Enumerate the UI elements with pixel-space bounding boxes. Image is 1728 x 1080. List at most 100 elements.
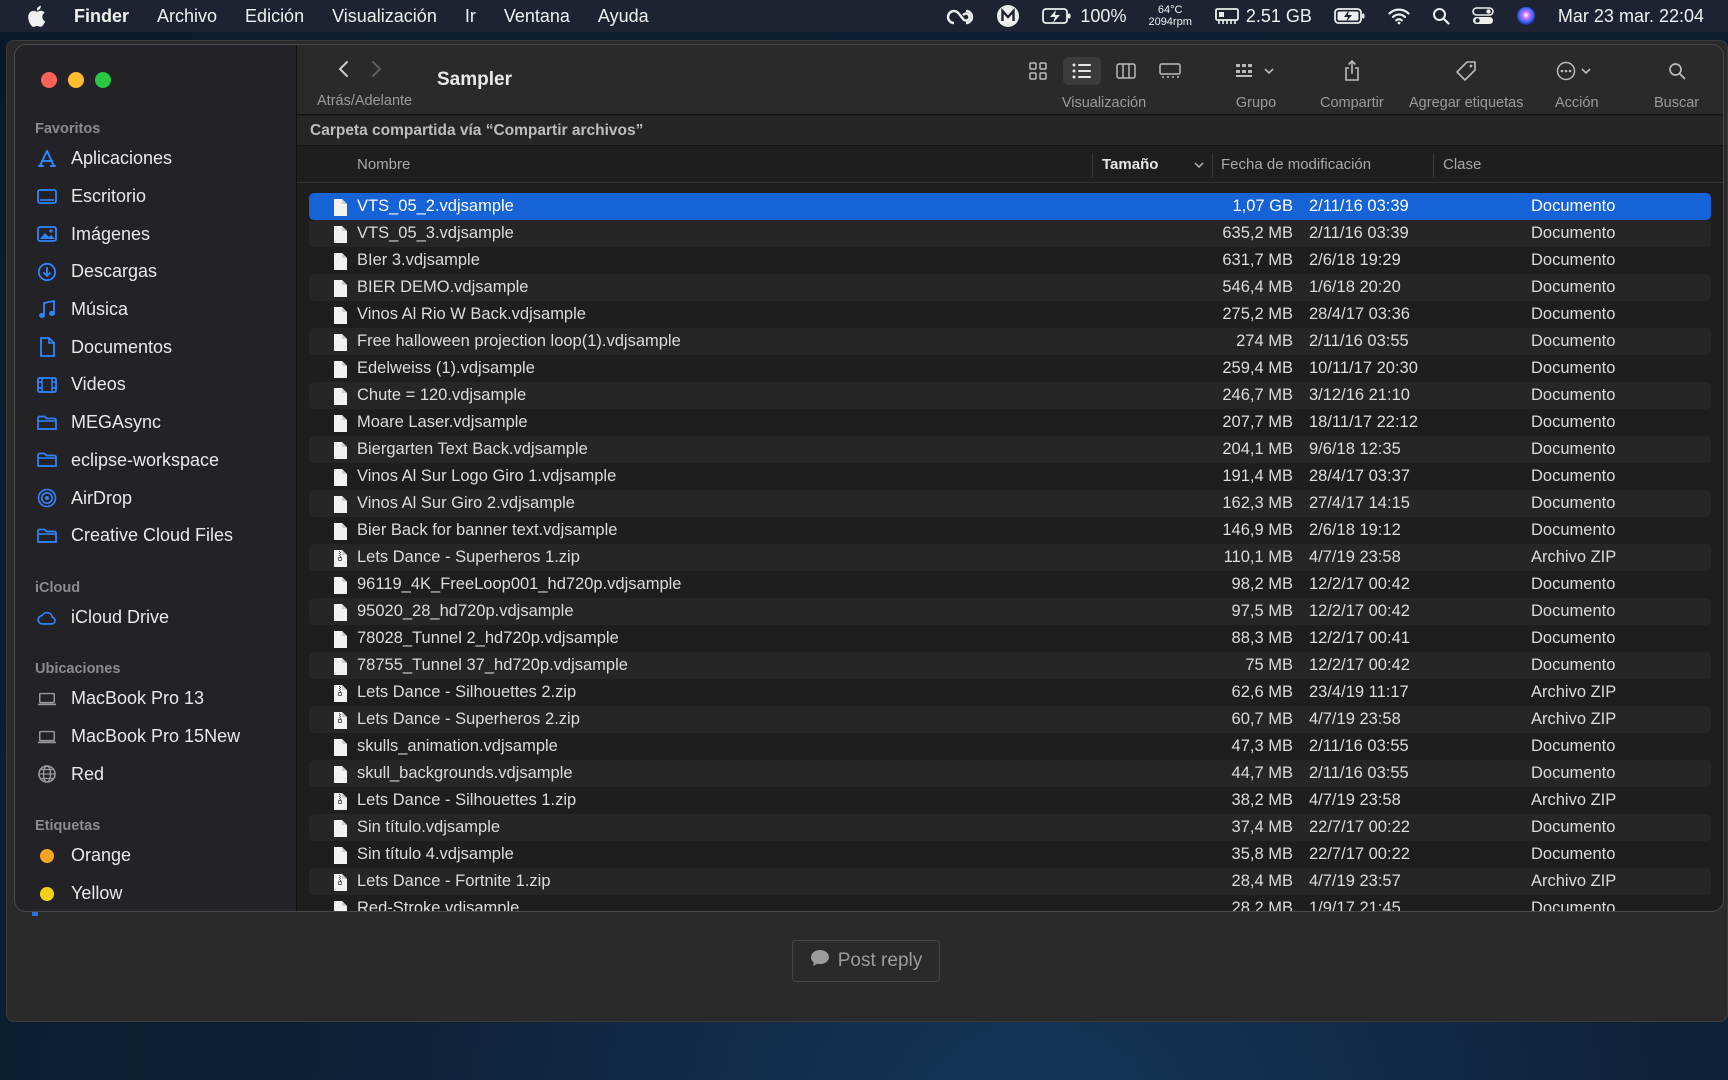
file-row[interactable]: Lets Dance - Silhouettes 2.zip 62,6 MB 23/… (309, 679, 1711, 706)
clock[interactable]: Mar 23 mar. 22:04 (1558, 6, 1704, 27)
battery-icon[interactable] (1334, 6, 1366, 26)
file-row[interactable]: Lets Dance - Fortnite 1.zip 28,4 MB 4/7/19… (309, 868, 1711, 895)
file-row[interactable]: Bier Back for banner text.vdjsample 146,9… (309, 517, 1711, 544)
column-divider[interactable] (1433, 153, 1434, 177)
file-row[interactable]: Vinos Al Sur Logo Giro 1.vdjsample 191,4 … (309, 463, 1711, 490)
icon-view-button[interactable] (1019, 57, 1057, 85)
forward-button[interactable] (369, 59, 383, 84)
menu-ir[interactable]: Ir (465, 6, 476, 27)
sidebar-item-tag-yellow[interactable]: Yellow (15, 875, 296, 911)
file-row[interactable]: Free halloween projection loop(1).vdjsam… (309, 328, 1711, 355)
zoom-button[interactable] (95, 72, 111, 88)
file-row[interactable]: Red-Stroke.vdjsample 28,2 MB 1/9/17 21:45 D… (309, 895, 1711, 911)
file-row[interactable]: Biergarten Text Back.vdjsample 204,1 MB 9/… (309, 436, 1711, 463)
back-button[interactable] (337, 59, 351, 84)
file-row[interactable]: skulls_animation.vdjsample 47,3 MB 2/11/16… (309, 733, 1711, 760)
column-divider[interactable] (1092, 153, 1093, 177)
sidebar-item-musica[interactable]: Música (15, 291, 296, 329)
battery-status[interactable]: 100% (1042, 6, 1126, 27)
file-row[interactable]: 78028_Tunnel 2_hd720p.vdjsample 88,3 MB 12… (309, 625, 1711, 652)
file-kind: Archivo ZIP (1531, 710, 1617, 728)
file-row[interactable]: 96119_4K_FreeLoop001_hd720p.vdjsample 98,… (309, 571, 1711, 598)
sidebar-item-icloud-drive[interactable]: iCloud Drive (15, 599, 296, 637)
post-reply-button[interactable]: Post reply (792, 940, 940, 982)
column-name[interactable]: Nombre (357, 147, 410, 183)
document-icon (333, 333, 347, 351)
minimize-button[interactable] (68, 72, 84, 88)
file-row[interactable]: VTS_05_2.vdjsample 1,07 GB 2/11/16 03:39 Do… (309, 193, 1711, 220)
menu-finder[interactable]: Finder (74, 6, 129, 27)
share-button[interactable]: Compartir (1320, 57, 1384, 111)
column-divider[interactable] (1212, 153, 1213, 177)
sidebar-item-descargas[interactable]: Descargas (15, 253, 296, 291)
menu-ayuda[interactable]: Ayuda (598, 6, 649, 27)
file-name: Chute = 120.vdjsample (357, 386, 527, 404)
file-row[interactable]: Edelweiss (1).vdjsample 259,4 MB 10/11/17 … (309, 355, 1711, 382)
file-row[interactable]: skull_backgrounds.vdjsample 44,7 MB 2/11/1… (309, 760, 1711, 787)
mega-icon[interactable] (996, 4, 1020, 28)
apple-menu-icon[interactable] (26, 5, 52, 27)
pictures-icon (37, 224, 57, 244)
file-row[interactable]: BIER DEMO.vdjsample 546,4 MB 1/6/18 20:20 D… (309, 274, 1711, 301)
menu-archivo[interactable]: Archivo (157, 6, 217, 27)
column-size[interactable]: Tamaño (1102, 147, 1158, 183)
sidebar-item-creative-cloud-files[interactable]: Creative Cloud Files (15, 517, 296, 555)
add-tags-button[interactable]: Agregar etiquetas (1409, 57, 1523, 111)
share-icon (1343, 57, 1361, 85)
file-row[interactable]: Vinos Al Rio W Back.vdjsample 275,2 MB 28/… (309, 301, 1711, 328)
wifi-icon[interactable] (1388, 7, 1410, 25)
search-label: Buscar (1654, 95, 1700, 111)
sidebar-item-documentos[interactable]: Documentos (15, 328, 296, 366)
file-date: 1/9/17 21:45 (1309, 899, 1401, 911)
sidebar-item-megasync[interactable]: MEGAsync (15, 404, 296, 442)
memory-status[interactable]: 2.51 GB (1214, 6, 1312, 27)
file-row[interactable]: 78755_Tunnel 37_hd720p.vdjsample 75 MB 12/… (309, 652, 1711, 679)
spotlight-icon[interactable] (1432, 7, 1450, 25)
document-icon (333, 387, 347, 405)
sidebar-item-videos[interactable]: Videos (15, 366, 296, 404)
sidebar-item-aplicaciones[interactable]: Aplicaciones (15, 140, 296, 178)
control-center-icon[interactable] (1472, 7, 1494, 25)
creative-cloud-icon[interactable] (946, 6, 974, 26)
file-size: 88,3 MB (1231, 629, 1293, 647)
column-date[interactable]: Fecha de modificación (1221, 147, 1371, 183)
sidebar-item-red[interactable]: Red (15, 755, 296, 793)
document-icon (333, 576, 347, 594)
file-row[interactable]: Lets Dance - Silhouettes 1.zip 38,2 MB 4/7… (309, 787, 1711, 814)
file-row[interactable]: Chute = 120.vdjsample 246,7 MB 3/12/16 21:… (309, 382, 1711, 409)
column-kind[interactable]: Clase (1443, 147, 1481, 183)
group-control[interactable]: Grupo (1235, 57, 1277, 111)
menu-ventana[interactable]: Ventana (504, 6, 570, 27)
gallery-view-button[interactable] (1151, 57, 1189, 85)
sidebar-item-label: MEGAsync (71, 412, 162, 433)
file-row[interactable]: BIer 3.vdjsample 631,7 MB 2/6/18 19:29 Docu… (309, 247, 1711, 274)
file-row[interactable]: VTS_05_3.vdjsample 635,2 MB 2/11/16 03:39 D… (309, 220, 1711, 247)
file-row[interactable]: 95020_28_hd720p.vdjsample 97,5 MB 12/2/17 … (309, 598, 1711, 625)
search-button[interactable]: Buscar (1654, 57, 1699, 111)
column-view-button[interactable] (1107, 57, 1145, 85)
sidebar-item-airdrop[interactable]: AirDrop (15, 479, 296, 517)
file-size: 60,7 MB (1231, 710, 1293, 728)
sidebar-item-macbook-pro-13[interactable]: MacBook Pro 13 (15, 680, 296, 718)
file-row[interactable]: Lets Dance - Superheros 1.zip 110,1 MB 4/7… (309, 544, 1711, 571)
action-button[interactable]: Acción (1555, 57, 1599, 111)
list-view-button[interactable] (1063, 57, 1101, 85)
sidebar-item-macbook-pro-15new[interactable]: MacBook Pro 15New (15, 718, 296, 756)
file-row[interactable]: Sin título 4.vdjsample 35,8 MB 22/7/17 00:… (309, 841, 1711, 868)
file-row[interactable]: Sin título.vdjsample 37,4 MB 22/7/17 00:22… (309, 814, 1711, 841)
file-name: Lets Dance - Silhouettes 2.zip (357, 683, 577, 701)
file-row[interactable]: Moare Laser.vdjsample 207,7 MB 18/11/17 22… (309, 409, 1711, 436)
sidebar-item-imagenes[interactable]: Imágenes (15, 215, 296, 253)
temp-fan-readout[interactable]: 64°C 2094rpm (1148, 4, 1191, 28)
sidebar-item-escritorio[interactable]: Escritorio (15, 178, 296, 216)
file-date: 12/2/17 00:42 (1309, 602, 1410, 620)
menu-edicion[interactable]: Edición (245, 6, 304, 27)
sidebar-item-eclipse-workspace[interactable]: eclipse-workspace (15, 442, 296, 480)
close-button[interactable] (41, 72, 57, 88)
menu-visualizacion[interactable]: Visualización (332, 6, 437, 27)
sort-chevron-icon[interactable] (1193, 147, 1205, 183)
file-row[interactable]: Lets Dance - Superheros 2.zip 60,7 MB 4/7/… (309, 706, 1711, 733)
sidebar-item-tag-orange[interactable]: Orange (15, 837, 296, 875)
siri-icon[interactable] (1516, 6, 1536, 26)
file-row[interactable]: Vinos Al Sur Giro 2.vdjsample 162,3 MB 27/… (309, 490, 1711, 517)
